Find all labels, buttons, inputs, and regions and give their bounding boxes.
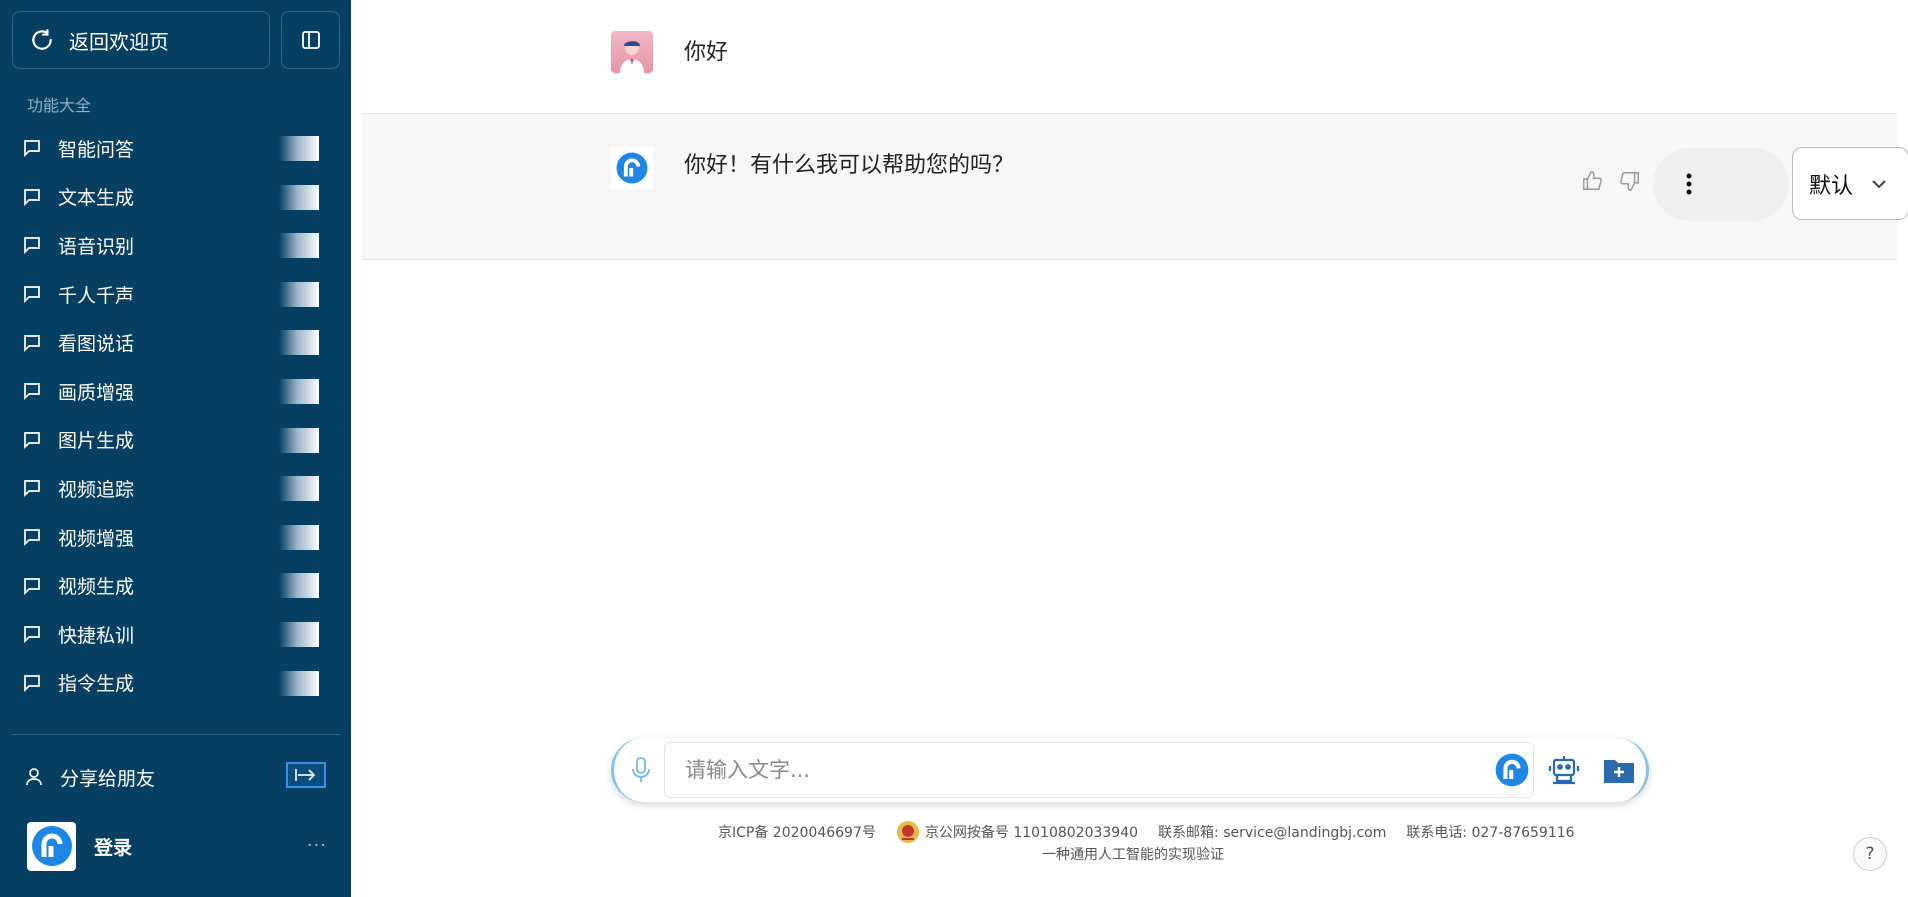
sidebar-item-video-gen[interactable]: 视频生成	[0, 561, 351, 610]
sidebar-divider	[12, 734, 340, 735]
police-record: 京公网按备号 11010802033940	[896, 820, 1138, 844]
item-fade	[279, 330, 319, 356]
feature-menu: 智能问答 文本生成 语音识别 千人千声 看图说话 画质增强 图片生成 视频追踪 …	[0, 124, 351, 707]
sidebar-item-label: 视频生成	[58, 576, 135, 599]
sidebar-item-qa[interactable]: 智能问答	[0, 124, 351, 173]
help-button[interactable]: ?	[1853, 837, 1887, 871]
contact-email: 联系邮箱: service@landingbj.com	[1158, 825, 1387, 841]
folder-add-icon[interactable]	[1602, 755, 1636, 785]
back-button-label: 返回欢迎页	[69, 29, 169, 54]
share-label: 分享给朋友	[60, 767, 156, 790]
item-fade	[279, 476, 319, 502]
item-fade	[279, 427, 319, 453]
user-avatar	[611, 31, 653, 73]
sidebar-item-text-gen[interactable]: 文本生成	[0, 173, 351, 222]
footer-slogan: 一种通用人工智能的实现验证	[1042, 847, 1224, 863]
sidebar-item-voices[interactable]: 千人千声	[0, 270, 351, 319]
sidebar-item-speech-recognition[interactable]: 语音识别	[0, 221, 351, 270]
police-record-text: 京公网按备号 11010802033940	[924, 825, 1139, 841]
more-actions-button[interactable]	[1653, 148, 1789, 221]
sidebar-toggle-icon	[301, 31, 320, 49]
item-fade	[279, 233, 319, 259]
chevron-down-icon	[1872, 179, 1886, 188]
contact-phone: 联系电话: 027-87659116	[1406, 825, 1575, 841]
item-fade	[279, 184, 319, 210]
mode-select-value: 默认	[1809, 173, 1854, 199]
bot-message-text: 你好！有什么我可以帮助您的吗？	[684, 153, 1015, 178]
sidebar-item-label: 语音识别	[58, 235, 135, 258]
police-badge-icon	[896, 821, 919, 843]
item-fade	[279, 670, 319, 696]
login-button[interactable]: 登录	[94, 833, 132, 860]
message-input[interactable]	[664, 742, 1534, 798]
sidebar-item-label: 快捷私训	[58, 624, 135, 647]
sidebar-item-label: 看图说话	[58, 333, 135, 356]
user-message-text: 你好	[684, 40, 729, 65]
chat-bubble-icon	[24, 383, 40, 401]
user-icon	[26, 768, 42, 786]
login-row: 登录 ···	[27, 821, 327, 871]
microphone-icon[interactable]	[630, 756, 652, 784]
sidebar-item-label: 视频增强	[58, 527, 135, 550]
item-fade	[279, 621, 319, 647]
logo-icon	[27, 821, 76, 871]
user-message: 你好	[351, 0, 1908, 113]
footer-info: 京ICP备 2020046697号 京公网按备号 11010802033940 …	[718, 820, 1575, 844]
chat-input-bar	[611, 738, 1649, 802]
logo-icon[interactable]	[1494, 752, 1530, 788]
chat-bubble-icon	[24, 189, 40, 206]
sidebar-item-image-enhance[interactable]: 画质增强	[0, 367, 351, 416]
item-fade	[279, 378, 319, 404]
chat-bubble-icon	[24, 480, 40, 498]
sidebar-item-image-gen[interactable]: 图片生成	[0, 416, 351, 465]
chat-bubble-icon	[24, 577, 40, 595]
sidebar-item-video-tracking[interactable]: 视频追踪	[0, 464, 351, 513]
thumbs-down-icon[interactable]	[1619, 170, 1641, 192]
chat-bubble-icon	[24, 674, 40, 692]
chat-bubble-icon	[24, 237, 40, 255]
item-fade	[279, 524, 319, 550]
sidebar: 返回欢迎页 功能大全 智能问答 文本生成 语音识别 千人千声 看图说话 画质增强…	[0, 0, 351, 897]
item-fade	[279, 136, 319, 161]
sidebar-item-label: 图片生成	[58, 430, 135, 453]
bot-message: 你好！有什么我可以帮助您的吗？	[362, 113, 1897, 260]
chat-bubble-icon	[24, 529, 40, 547]
sidebar-toggle-button[interactable]	[281, 11, 340, 69]
chat-bubble-icon	[24, 140, 40, 158]
more-vertical-icon	[1686, 173, 1692, 199]
item-fade	[279, 573, 319, 599]
sidebar-item-video-enhance[interactable]: 视频增强	[0, 513, 351, 562]
sidebar-item-label: 文本生成	[58, 187, 135, 210]
sidebar-item-label: 智能问答	[58, 138, 135, 161]
more-options-button[interactable]: ···	[307, 835, 327, 856]
section-title: 功能大全	[27, 96, 92, 115]
robot-icon[interactable]	[1547, 753, 1581, 787]
mode-select[interactable]: 默认	[1792, 147, 1908, 220]
item-fade	[279, 281, 319, 307]
refresh-icon	[32, 29, 52, 50]
chat-bubble-icon	[24, 334, 40, 352]
logo-icon	[611, 147, 653, 189]
sidebar-item-label: 视频追踪	[58, 478, 135, 501]
sidebar-item-instruction-gen[interactable]: 指令生成	[0, 659, 351, 708]
chat-bubble-icon	[24, 432, 40, 449]
share-arrow-icon	[286, 762, 326, 788]
chat-bubble-icon	[24, 626, 40, 644]
back-to-welcome-button[interactable]: 返回欢迎页	[12, 11, 270, 69]
thumbs-up-icon[interactable]	[1581, 170, 1603, 192]
sidebar-item-quick-training[interactable]: 快捷私训	[0, 610, 351, 659]
share-to-friends-button[interactable]: 分享给朋友	[24, 762, 326, 792]
sidebar-item-label: 指令生成	[58, 673, 135, 696]
icp-record: 京ICP备 2020046697号	[718, 825, 876, 841]
sidebar-item-label: 千人千声	[58, 284, 135, 307]
sidebar-item-image-caption[interactable]: 看图说话	[0, 318, 351, 367]
chat-bubble-icon	[24, 286, 40, 304]
sidebar-item-label: 画质增强	[58, 381, 135, 404]
